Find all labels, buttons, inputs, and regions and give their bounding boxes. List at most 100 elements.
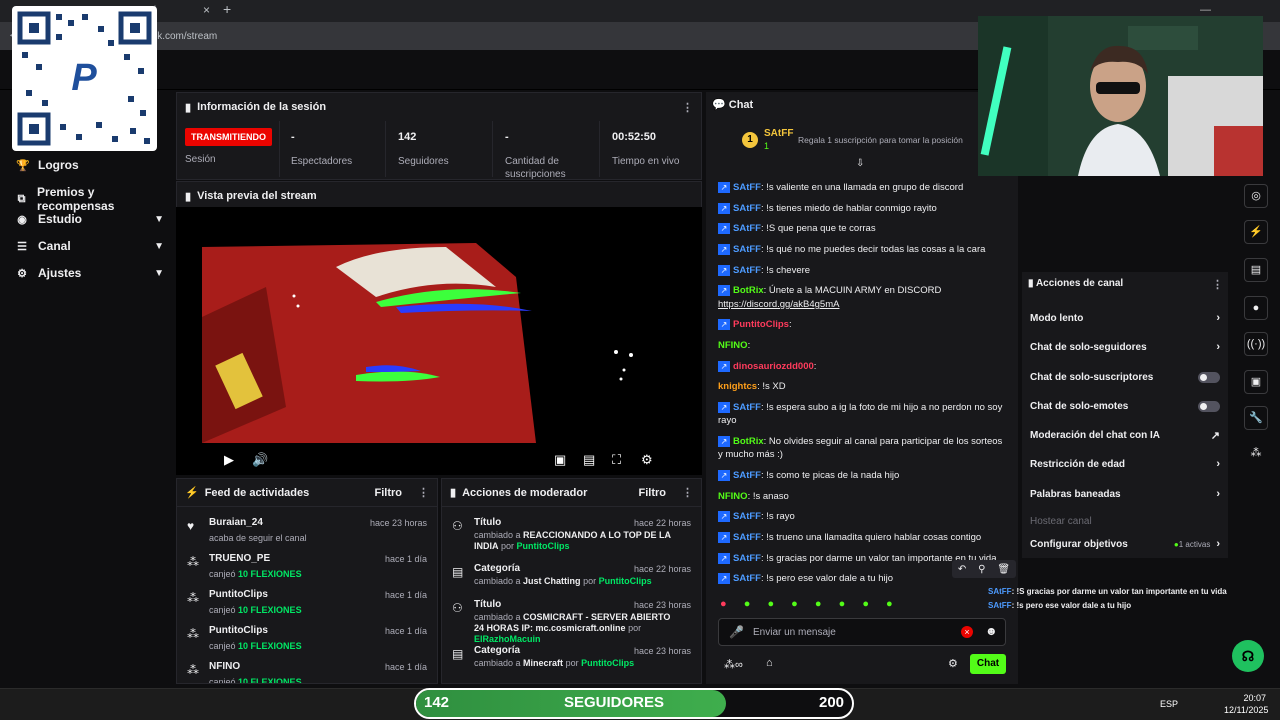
theater-icon[interactable]: ▤ xyxy=(583,452,595,468)
emote-icon[interactable]: ● xyxy=(791,598,798,610)
stream-video[interactable]: ▶ 🔊 ▣ ▤ ⛶ ⚙ xyxy=(176,207,702,475)
support-icon[interactable]: ☊ xyxy=(1232,640,1264,672)
layout-icon[interactable]: ▣ xyxy=(1244,370,1268,394)
chat-input-box[interactable]: 🎤 Enviar un mensaje × ☻ xyxy=(718,618,1006,646)
chat-username[interactable]: NFINO xyxy=(718,340,748,351)
mic-icon[interactable]: 🎤 xyxy=(729,625,744,639)
more-options-icon[interactable]: ⋮ xyxy=(682,101,693,114)
chat-message[interactable]: ↗ SAtFF: !S que pena que te corras xyxy=(718,222,1008,235)
chat-message[interactable]: ↗ BotRix: Únete a la MACUIN ARMY en DISCO… xyxy=(718,284,1008,297)
play-icon[interactable]: ▶ xyxy=(224,452,234,468)
mod-action-row[interactable]: ▤ Categoría cambiado a Just Chatting por P… xyxy=(452,561,691,601)
mod-action-row[interactable]: ▤ Categoría cambiado a Minecraft por Punti… xyxy=(452,643,691,683)
channel-action-item[interactable]: Configurar objetivos ●1 activas › xyxy=(1030,534,1220,554)
points-icon[interactable]: ⁂∞ xyxy=(724,658,743,671)
chat-username[interactable]: SAtFF xyxy=(733,182,761,193)
close-tab-icon[interactable]: × xyxy=(203,3,210,17)
chat-username[interactable]: SAtFF xyxy=(733,573,761,584)
chat-input-placeholder[interactable]: Enviar un mensaje xyxy=(753,627,836,638)
chat-username[interactable]: PuntitoClips xyxy=(733,319,789,330)
chat-message[interactable]: ↗ SAtFF: !s qué no me puedes decir todas … xyxy=(718,243,1008,256)
flash-icon[interactable]: ⚡ xyxy=(1244,220,1268,244)
clear-icon[interactable]: × xyxy=(961,626,973,638)
channel-action-item[interactable]: Chat de solo-emotes xyxy=(1030,396,1220,416)
activity-row[interactable]: ⁂ PuntitoClips canjeó 10 FLEXIONES hace 1 d… xyxy=(187,623,427,657)
chat-username[interactable]: SAtFF xyxy=(733,470,761,481)
chat-username[interactable]: SAtFF xyxy=(733,532,761,543)
activity-row[interactable]: ⁂ NFINO canjeó 10 FLEXIONES hace 1 día xyxy=(187,659,427,683)
pin-icon[interactable]: ⚲ xyxy=(978,564,985,575)
chat-message[interactable]: ↗ SAtFF: !s valiente en una llamada en gr… xyxy=(718,181,1008,194)
url-text[interactable]: ick.com/stream xyxy=(150,31,217,42)
chat-username[interactable]: SAtFF xyxy=(733,203,761,214)
broadcast-icon[interactable]: ((·)) xyxy=(1244,332,1268,356)
sidebar-item-premios[interactable]: ⧉ Premios y recompensas xyxy=(16,185,164,213)
emote-icon[interactable]: ● xyxy=(720,598,727,610)
chat-message[interactable]: ↗ SAtFF: !s tienes miedo de hablar conmig… xyxy=(718,202,1008,215)
activity-user[interactable]: PuntitoClips xyxy=(209,625,268,636)
chat-message[interactable]: ↗ SAtFF: !s como te picas de la nada hijo xyxy=(718,469,1008,482)
chat-message[interactable]: ↗ dinosauriozdd000: xyxy=(718,360,1008,373)
sidebar-item-ajustes[interactable]: ⚙ Ajustes ▼ xyxy=(16,266,164,280)
chat-bubble-icon[interactable]: ● xyxy=(1244,296,1268,320)
minimize-icon[interactable]: — xyxy=(1200,4,1211,16)
activity-user[interactable]: TRUENO_PE xyxy=(209,553,270,564)
chat-username[interactable]: dinosauriozdd000 xyxy=(733,361,814,372)
more-options-icon[interactable]: ⋮ xyxy=(418,486,429,499)
chat-message[interactable]: ↗ BotRix: No olvides seguir al canal para… xyxy=(718,435,1008,461)
mod-action-row[interactable]: ⚇ Título cambiado a REACCIONANDO A LO TOP … xyxy=(452,515,691,555)
document-icon[interactable]: ▤ xyxy=(1244,258,1268,282)
chat-message[interactable]: https://discord.gg/akB4g5mA xyxy=(718,298,1008,311)
chat-username[interactable]: knightcs xyxy=(718,381,757,392)
chat-message[interactable]: ↗ SAtFF: !s rayo xyxy=(718,510,1008,523)
chat-message[interactable]: ↗ SAtFF: !s espera subo a ig la foto de m… xyxy=(718,401,1008,427)
channel-action-item[interactable]: Chat de solo-suscriptores xyxy=(1030,367,1220,387)
sidebar-item-estudio[interactable]: ◉ Estudio ▼ xyxy=(16,212,164,226)
settings-icon[interactable]: ⚙ xyxy=(641,452,653,468)
sidebar-item-canal[interactable]: ☰ Canal ▼ xyxy=(16,239,164,253)
activity-user[interactable]: Buraian_24 xyxy=(209,517,263,528)
channel-action-item[interactable]: Modo lento › xyxy=(1030,308,1220,328)
new-tab-icon[interactable]: + xyxy=(223,1,231,17)
chat-message[interactable]: ↗ SAtFF: !s trueno una llamadita quiero h… xyxy=(718,531,1008,544)
chat-message[interactable]: ↗ SAtFF: !s chevere xyxy=(718,264,1008,277)
volume-icon[interactable]: 🔊 xyxy=(252,452,268,468)
chat-username[interactable]: SAtFF xyxy=(733,553,761,564)
send-chat-button[interactable]: Chat xyxy=(970,654,1006,674)
activity-row[interactable]: ♥ Buraian_24 acaba de seguir el canal hace… xyxy=(187,515,427,549)
store-icon[interactable]: ⌂ xyxy=(766,657,773,669)
channel-action-item[interactable]: Palabras baneadas › xyxy=(1030,484,1220,504)
emoji-icon[interactable]: ☻ xyxy=(985,624,998,638)
toggle-switch[interactable] xyxy=(1198,371,1220,383)
chat-message[interactable]: ↗ PuntitoClips: xyxy=(718,318,1008,331)
chat-username[interactable]: SAtFF xyxy=(733,223,761,234)
channel-action-item[interactable]: Moderación del chat con IA ↗ xyxy=(1030,425,1220,445)
channel-action-item[interactable]: Restricción de edad › xyxy=(1030,454,1220,474)
reply-icon[interactable]: ↶ xyxy=(958,564,966,575)
filter-button[interactable]: Filtro xyxy=(639,487,667,499)
emote-icon[interactable]: ● xyxy=(886,598,893,610)
sidebar-item-logros[interactable]: 🏆 Logros xyxy=(16,158,164,172)
more-options-icon[interactable]: ⋮ xyxy=(682,486,693,499)
filter-button[interactable]: Filtro xyxy=(375,487,403,499)
chat-username[interactable]: NFINO xyxy=(718,491,748,502)
chat-settings-icon[interactable]: ⚙ xyxy=(948,657,958,670)
chat-username[interactable]: BotRix xyxy=(733,285,764,296)
emote-icon[interactable]: ● xyxy=(767,598,774,610)
clock-time[interactable]: 20:07 xyxy=(1226,693,1266,703)
chat-username[interactable]: BotRix xyxy=(733,436,764,447)
chat-username[interactable]: SAtFF xyxy=(733,402,761,413)
emote-icon[interactable]: ● xyxy=(744,598,751,610)
fullscreen-icon[interactable]: ⛶ xyxy=(612,452,621,468)
chat-message[interactable]: knightcs: !s XD xyxy=(718,380,1008,393)
chat-username[interactable]: SAtFF xyxy=(733,511,761,522)
more-options-icon[interactable]: ⋮ xyxy=(1212,278,1223,291)
chat-username[interactable]: SAtFF xyxy=(733,265,761,276)
toggle-switch[interactable] xyxy=(1198,400,1220,412)
pip-icon[interactable]: ▣ xyxy=(554,452,566,468)
chat-username[interactable]: SAtFF xyxy=(733,244,761,255)
activity-user[interactable]: NFINO xyxy=(209,661,240,672)
channel-action-item[interactable]: Chat de solo-seguidores › xyxy=(1030,337,1220,357)
delete-icon[interactable]: 🗑 xyxy=(997,564,1010,575)
points-icon[interactable]: ⁂ xyxy=(1244,442,1268,466)
